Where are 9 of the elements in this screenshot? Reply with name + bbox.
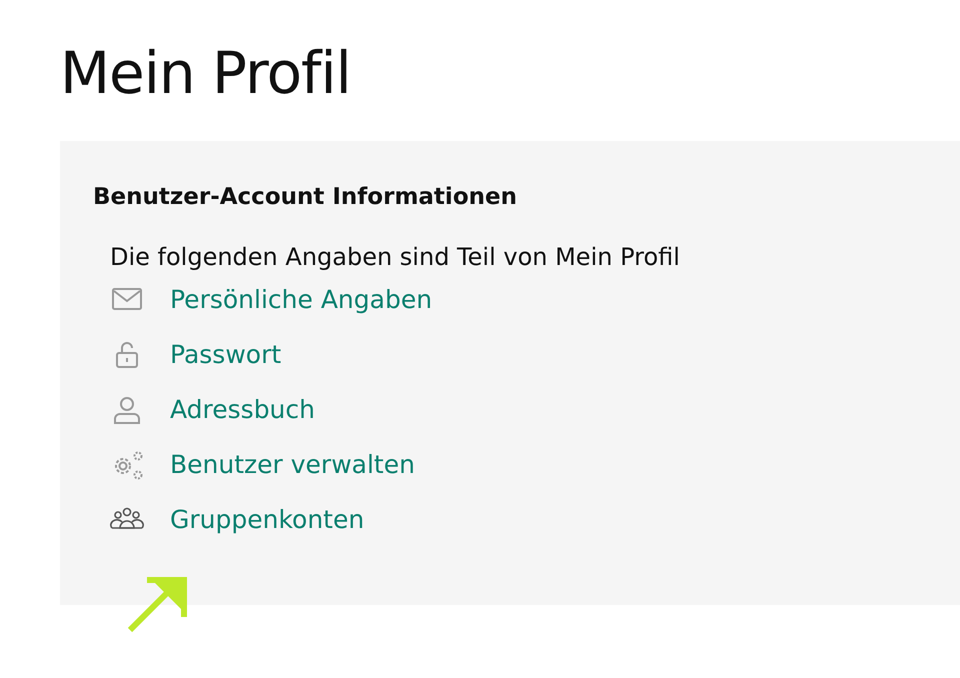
section-heading: Benutzer-Account Informationen	[93, 183, 517, 212]
annotation-arrow	[127, 577, 187, 633]
intro-text: Die folgenden Angaben sind Teil von Mein Profil	[110, 242, 680, 272]
profile-link[interactable]: Persönliche Angaben	[170, 284, 432, 316]
page-title: Mein Profil	[59, 38, 352, 109]
profile-link[interactable]: Passwort	[170, 338, 282, 370]
profile-link[interactable]: Gruppenkonten	[170, 504, 364, 536]
profile-link[interactable]: Benutzer verwalten	[170, 448, 415, 480]
profile-link[interactable]: Adressbuch	[170, 394, 315, 426]
